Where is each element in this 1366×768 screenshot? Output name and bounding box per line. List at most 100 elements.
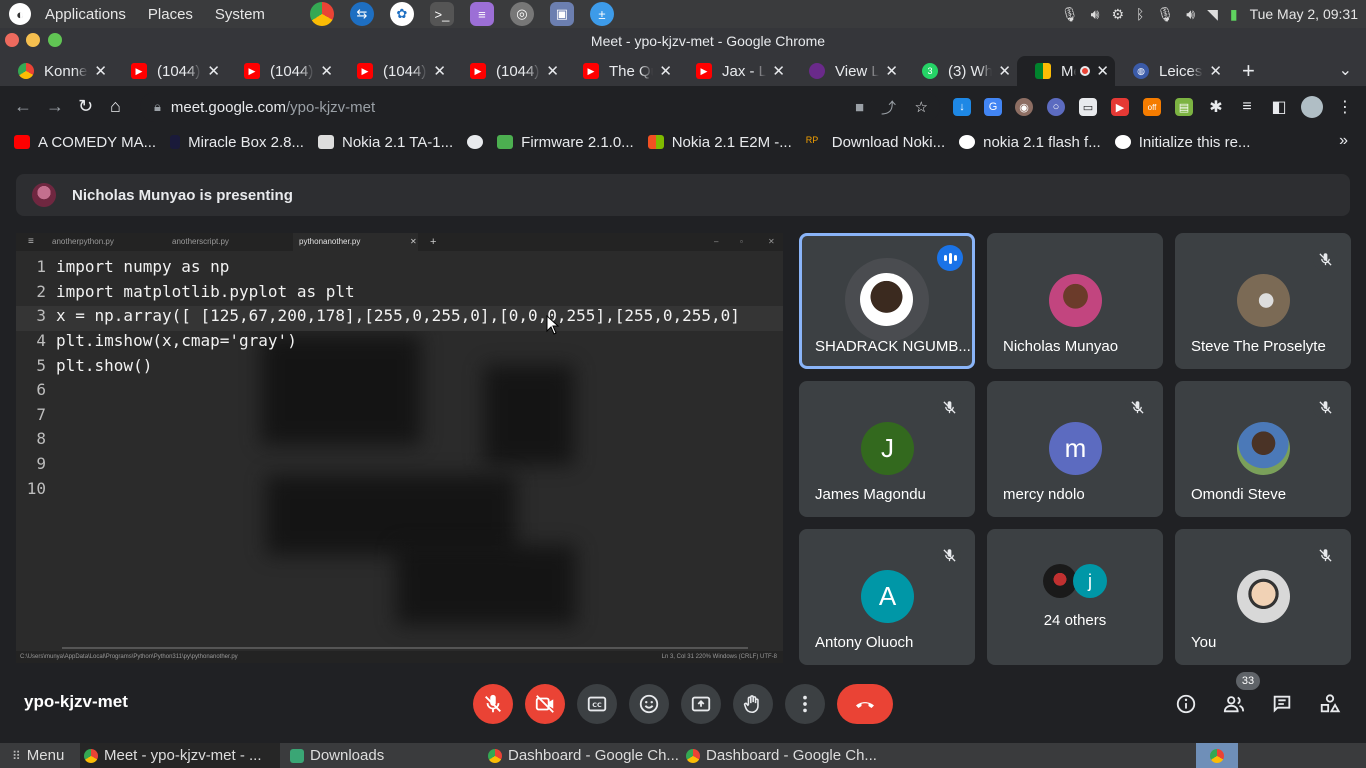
chrome-menu-icon[interactable]: ⋮ bbox=[1336, 98, 1354, 116]
screenshot-launcher-icon[interactable]: ▣ bbox=[549, 2, 574, 26]
bookmark-item[interactable] bbox=[467, 135, 484, 149]
chrome-launcher-icon[interactable] bbox=[309, 2, 334, 26]
chat-button[interactable] bbox=[1270, 692, 1294, 716]
taskbar-item-dashboard-1[interactable]: Dashboard - Google Ch... bbox=[488, 743, 679, 768]
text-editor-launcher-icon[interactable]: ≡ bbox=[469, 2, 494, 26]
participant-tile[interactable]: Omondi Steve bbox=[1175, 381, 1351, 517]
tab-youtube-1[interactable]: ▶ (1044) ✕ bbox=[113, 56, 226, 86]
tab-leicester[interactable]: ◍ Leicest ✕ bbox=[1115, 56, 1228, 86]
raise-hand-button[interactable] bbox=[733, 684, 773, 724]
bookmark-item[interactable]: Initialize this re... bbox=[1114, 134, 1250, 151]
microphone-tray-icon[interactable]: 🎙︎ bbox=[1061, 6, 1079, 23]
distro-logo-icon[interactable]: ◐ bbox=[9, 3, 31, 25]
clock[interactable]: Tue May 2, 09:31 bbox=[1250, 6, 1358, 22]
volume-2-tray-icon[interactable]: 🔊︎ bbox=[1186, 6, 1195, 23]
reactions-button[interactable] bbox=[629, 684, 669, 724]
camera-blocked-icon[interactable]: ■ bbox=[855, 99, 864, 116]
camera-toggle-button[interactable] bbox=[525, 684, 565, 724]
settings-launcher-icon[interactable]: ✿ bbox=[389, 2, 414, 26]
address-bar[interactable]: 🔒︎ meet.google.com/ypo-kjzv-met ■ ⤴ ☆ bbox=[140, 92, 940, 122]
side-panel-icon[interactable]: ◧ bbox=[1270, 98, 1288, 116]
bookmark-star-icon[interactable]: ☆ bbox=[915, 98, 928, 116]
participant-tile[interactable]: A Antony Oluoch bbox=[799, 529, 975, 665]
share-icon[interactable]: ⤴ bbox=[881, 97, 896, 118]
tab-view[interactable]: View L ✕ bbox=[791, 56, 904, 86]
close-tab-icon[interactable]: ✕ bbox=[433, 62, 446, 80]
tab-youtube-3[interactable]: ▶ (1044) ✕ bbox=[339, 56, 452, 86]
extension-search-icon[interactable]: ○ bbox=[1047, 98, 1065, 116]
taskbar-item-downloads[interactable]: Downloads bbox=[290, 743, 384, 768]
forward-arrow-icon[interactable]: → bbox=[46, 96, 64, 117]
people-button[interactable] bbox=[1222, 692, 1246, 716]
extension-translate-icon[interactable]: G bbox=[984, 98, 1002, 116]
close-tab-icon[interactable]: ✕ bbox=[546, 62, 559, 80]
system-menu[interactable]: System bbox=[207, 6, 273, 23]
bookmark-item[interactable]: Firmware 2.1.0... bbox=[497, 134, 634, 151]
profile-avatar[interactable] bbox=[1301, 96, 1323, 118]
extensions-puzzle-icon[interactable]: ✱ bbox=[1207, 98, 1225, 116]
participant-tile[interactable]: SHADRACK NGUMB... bbox=[799, 233, 975, 369]
disk-launcher-icon[interactable]: ◎ bbox=[509, 2, 534, 26]
extension-owl-icon[interactable]: ◉ bbox=[1015, 98, 1033, 116]
microphone-toggle-button[interactable] bbox=[473, 684, 513, 724]
captions-button[interactable]: CC bbox=[577, 684, 617, 724]
taskbar-menu-button[interactable]: ⠿ Menu bbox=[12, 743, 64, 768]
close-tab-icon[interactable]: ✕ bbox=[659, 62, 672, 80]
tab-meet[interactable]: Mee ✕ bbox=[1017, 56, 1115, 86]
close-tab-icon[interactable]: ✕ bbox=[998, 62, 1011, 80]
meeting-details-button[interactable] bbox=[1174, 692, 1198, 716]
microphone-2-tray-icon[interactable]: 🎙︎ bbox=[1156, 6, 1174, 23]
settings-tray-icon[interactable]: ⚙︎ bbox=[1111, 6, 1124, 23]
home-icon[interactable]: ⌂ bbox=[110, 96, 121, 117]
extension-window-icon[interactable]: ▭ bbox=[1079, 98, 1097, 116]
taskbar-item-dashboard-2[interactable]: Dashboard - Google Ch... bbox=[686, 743, 877, 768]
close-tab-icon[interactable]: ✕ bbox=[94, 62, 107, 80]
bookmark-item[interactable]: RP Download Noki... bbox=[806, 134, 945, 151]
workspace-switcher[interactable] bbox=[1196, 743, 1238, 768]
tab-youtube-2[interactable]: ▶ (1044) ✕ bbox=[226, 56, 339, 86]
tab-search-chevron-icon[interactable]: ⌄ bbox=[1339, 56, 1352, 86]
tab-youtube-4[interactable]: ▶ (1044) ✕ bbox=[452, 56, 565, 86]
reload-icon[interactable]: ↻ bbox=[78, 96, 93, 117]
self-tile[interactable]: You bbox=[1175, 529, 1351, 665]
shared-screen[interactable]: ≡ anotherpython.py anotherscript.py pyth… bbox=[16, 233, 783, 663]
lock-icon[interactable]: 🔒︎ bbox=[154, 99, 161, 115]
terminal-launcher-icon[interactable]: >_ bbox=[429, 2, 454, 26]
tab-jax[interactable]: ▶ Jax - Li ✕ bbox=[678, 56, 791, 86]
participant-tile[interactable]: J James Magondu bbox=[799, 381, 975, 517]
bookmark-item[interactable]: A COMEDY MA... bbox=[14, 134, 156, 151]
extension-off-icon[interactable]: off bbox=[1143, 98, 1161, 116]
more-bookmarks-icon[interactable]: » bbox=[1339, 132, 1348, 150]
participant-tile[interactable]: m mercy ndolo bbox=[987, 381, 1163, 517]
teamviewer-launcher-icon[interactable]: ⇆ bbox=[349, 2, 374, 26]
battery-tray-icon[interactable]: ▮ bbox=[1230, 6, 1238, 23]
extension-sheet-icon[interactable]: ▤ bbox=[1175, 98, 1193, 116]
close-tab-icon[interactable]: ✕ bbox=[207, 62, 220, 80]
close-tab-icon[interactable]: ✕ bbox=[1209, 62, 1222, 80]
participant-tile[interactable]: Steve The Proselyte bbox=[1175, 233, 1351, 369]
close-tab-icon[interactable]: ✕ bbox=[1096, 62, 1109, 80]
participant-tile[interactable]: Nicholas Munyao bbox=[987, 233, 1163, 369]
close-tab-icon[interactable]: ✕ bbox=[320, 62, 333, 80]
new-tab-icon[interactable]: + bbox=[1242, 58, 1255, 84]
tab-konnect[interactable]: Konnect ✕ bbox=[0, 56, 113, 86]
others-tile[interactable]: j 24 others bbox=[987, 529, 1163, 665]
volume-tray-icon[interactable]: 🔊︎ bbox=[1091, 6, 1100, 23]
calculator-launcher-icon[interactable]: ± bbox=[589, 2, 614, 26]
present-now-button[interactable] bbox=[681, 684, 721, 724]
reading-list-icon[interactable]: ≡ bbox=[1238, 98, 1256, 116]
bluetooth-tray-icon[interactable]: ᛒ bbox=[1136, 6, 1144, 22]
bookmark-item[interactable]: Nokia 2.1 TA-1... bbox=[317, 134, 453, 151]
extension-download-icon[interactable]: ↓ bbox=[953, 98, 971, 116]
bookmark-item[interactable]: Nokia 2.1 E2M -... bbox=[647, 134, 792, 151]
more-options-button[interactable] bbox=[785, 684, 825, 724]
activities-button[interactable] bbox=[1318, 692, 1342, 716]
applications-menu[interactable]: Applications bbox=[37, 6, 134, 23]
back-arrow-icon[interactable]: ← bbox=[14, 96, 32, 117]
bookmark-item[interactable]: Miracle Box 2.8... bbox=[170, 134, 304, 151]
places-menu[interactable]: Places bbox=[140, 6, 201, 23]
taskbar-item-meet[interactable]: Meet - ypo-kjzv-met - ... bbox=[80, 743, 280, 768]
close-tab-icon[interactable]: ✕ bbox=[772, 62, 785, 80]
close-tab-icon[interactable]: ✕ bbox=[885, 62, 898, 80]
extension-video-icon[interactable]: ▶ bbox=[1111, 98, 1129, 116]
